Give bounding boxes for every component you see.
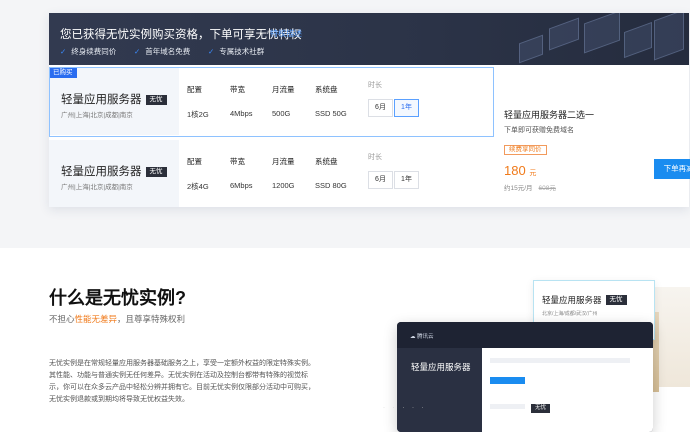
product-info: 轻量应用服务器 无忧 广州|上海|北京|成都|南京: [49, 140, 179, 207]
duration-6m-button[interactable]: 6月: [368, 99, 393, 117]
promo-badge: 续费享同价: [504, 145, 547, 155]
price-detail: 约15元/月 608元: [504, 185, 556, 192]
placeholder-line: [490, 404, 525, 409]
wuyou-tag: 无忧: [145, 167, 167, 177]
duration-6m-button[interactable]: 6月: [368, 171, 393, 189]
console-button: [490, 377, 525, 384]
product-name: 轻量应用服务器 无忧: [61, 91, 167, 107]
console-side-title: 轻量应用服务器: [411, 362, 471, 372]
offer-card: 您已获得无忧实例购买资格，下单可享无忧特权 特权描述 ✓ 终身续费同价 ✓ 首年域名…: [49, 13, 690, 207]
decor-cube: [654, 13, 684, 61]
wuyou-tag: 无忧: [531, 404, 551, 413]
spec-config: 配置 1核2G: [187, 85, 209, 119]
spec-disk: 系统盘 SSD 50G: [315, 85, 347, 118]
section-description: 无忧实例是在常规轻量应用服务器基础服务之上，享受一定额外权益的限定特殊实例。其性…: [49, 360, 315, 403]
check-icon: ✓: [60, 47, 67, 56]
duration-1y-button[interactable]: 1年: [394, 171, 419, 189]
check-icon: ✓: [208, 47, 215, 56]
illustration-product-name: 轻量应用服务器 无忧: [542, 294, 627, 306]
privilege-link[interactable]: 特权描述: [270, 28, 302, 39]
wuyou-tag: 无忧: [605, 295, 627, 305]
decor-cube: [549, 17, 579, 51]
console-main: 无忧: [482, 348, 653, 432]
banner-feature: ✓ 专属技术社群: [208, 47, 265, 56]
duration-label: 时长: [368, 154, 382, 161]
spec-config: 配置 2核4G: [187, 157, 209, 191]
banner-title: 您已获得无忧实例购买资格，下单可享无忧特权: [60, 29, 302, 41]
cloud-logo: ☁ 腾讯云: [410, 334, 434, 340]
cloud-icon: ☁: [410, 334, 416, 340]
offer-title: 轻量应用服务器二选一: [504, 110, 595, 120]
duration-1y-button[interactable]: 1年: [394, 99, 419, 117]
decor-dots: · · · · ·: [383, 405, 427, 411]
section-subtitle: 不担心性能无差异，且尊享特殊权利: [49, 314, 186, 324]
spec-traffic: 月流量 500G: [272, 85, 295, 118]
product-info: 已购买 轻量应用服务器 无忧 广州|上海|北京|成都|南京: [49, 68, 179, 135]
offer-summary: 轻量应用服务器二选一 下单即可获赠免费域名 续费享同价 180 元 约15元/月…: [494, 65, 690, 207]
product-row-2[interactable]: 轻量应用服务器 无忧 广州|上海|北京|成都|南京 配置 2核4G 带宽 6Mbps …: [49, 140, 494, 207]
placeholder-line: [490, 358, 630, 363]
spec-traffic: 月流量 1200G: [272, 157, 295, 190]
wuyou-tag: 无忧: [145, 95, 167, 105]
promo-banner: 您已获得无忧实例购买资格，下单可享无忧特权 特权描述 ✓ 终身续费同价 ✓ 首年域名…: [49, 13, 689, 65]
spec-bandwidth: 带宽 4Mbps: [230, 85, 253, 118]
product-name: 轻量应用服务器 无忧: [61, 163, 167, 179]
decor-cube: [519, 34, 543, 64]
section-title: 什么是无忧实例?: [49, 288, 186, 308]
banner-feature: ✓ 首年域名免费: [134, 47, 191, 56]
spec-disk: 系统盘 SSD 80G: [315, 157, 347, 190]
offer-price: 180 元: [504, 163, 537, 178]
illustration-region: 北京/上海/成都/武汉/广州: [542, 311, 598, 317]
decor-cube: [624, 21, 652, 59]
product-region: 广州|上海|北京|成都|南京: [61, 184, 133, 191]
decor-cube: [584, 13, 620, 54]
illustration-console: ☁ 腾讯云 轻量应用服务器 无忧: [397, 322, 653, 432]
offer-subtitle: 下单即可获赠免费域名: [504, 127, 574, 134]
spec-bandwidth: 带宽 6Mbps: [230, 157, 253, 190]
check-icon: ✓: [134, 47, 141, 56]
duration-label: 时长: [368, 82, 382, 89]
buy-button[interactable]: 下单再减30元: [654, 159, 690, 179]
console-sidebar: 轻量应用服务器: [397, 348, 482, 432]
console-topbar: ☁ 腾讯云: [397, 322, 653, 348]
original-price: 608元: [538, 185, 556, 192]
product-region: 广州|上海|北京|成都|南京: [61, 112, 133, 119]
banner-feature: ✓ 终身续费同价: [60, 47, 117, 56]
product-row-1[interactable]: 已购买 轻量应用服务器 无忧 广州|上海|北京|成都|南京 配置 1核2G 带宽 4M…: [49, 68, 494, 135]
purchased-badge: 已购买: [49, 68, 77, 78]
